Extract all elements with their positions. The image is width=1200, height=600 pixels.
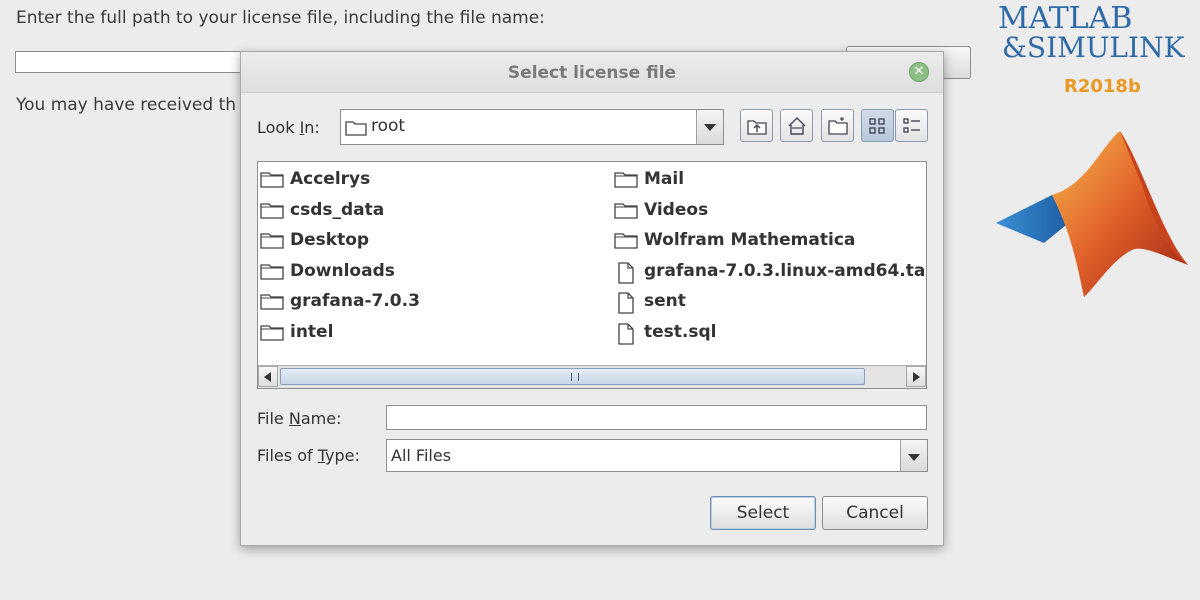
up-folder-button[interactable] [740, 109, 773, 142]
file-icon [614, 261, 638, 289]
close-icon[interactable]: ✕ [909, 62, 929, 82]
files-of-type-dropdown[interactable]: All Files [386, 439, 928, 472]
list-view-icon [869, 118, 885, 134]
select-button[interactable]: Select [710, 496, 816, 530]
file-item-label: grafana-7.0.3 [290, 291, 420, 311]
file-name-label: File Name: [257, 409, 342, 428]
horizontal-scrollbar[interactable] [258, 365, 926, 388]
home-icon [788, 117, 806, 135]
file-name-input[interactable] [386, 405, 927, 430]
look-in-dropdown[interactable]: root [340, 109, 724, 145]
dialog-title: Select license file [507, 63, 677, 83]
file-item-label: grafana-7.0.3.linux-amd64.ta [644, 260, 926, 281]
file-item-label: test.sql [644, 321, 717, 342]
folder-icon [260, 292, 284, 315]
chevron-down-icon[interactable] [696, 110, 723, 144]
details-view-button[interactable] [895, 109, 928, 142]
file-item-label: sent [644, 291, 686, 311]
files-of-type-value: All Files [391, 446, 452, 465]
folder-icon [614, 231, 638, 254]
folder-icon [260, 170, 284, 193]
cancel-button[interactable]: Cancel [822, 496, 928, 530]
file-item-label: Wolfram Mathematica [644, 230, 856, 250]
files-of-type-label: Files of Type: [257, 446, 360, 465]
release-label: R2018b [1064, 76, 1141, 97]
chevron-down-icon[interactable] [900, 440, 927, 471]
folder-icon [345, 121, 367, 136]
file-item-label: Desktop [290, 230, 370, 250]
file-item-label: csds_data [290, 199, 385, 220]
matlab-logo-text: MATLAB [998, 1, 1133, 36]
matlab-membrane-logo [996, 131, 1188, 297]
look-in-value: root [371, 116, 406, 136]
dialog-titlebar[interactable]: Select license file ✕ [241, 52, 943, 93]
file-item-label: Mail [644, 169, 685, 189]
folder-icon [260, 262, 284, 285]
list-view-button[interactable] [861, 109, 894, 142]
folder-icon [614, 201, 638, 224]
file-item-label: Downloads [290, 260, 395, 281]
new-folder-button[interactable] [821, 109, 854, 142]
file-list[interactable]: test.sql sent grafana-7.0.3.linux-amd64.ta… [257, 161, 927, 389]
file-icon [614, 292, 638, 319]
details-view-icon [903, 118, 920, 133]
simulink-logo-text: &SIMULINK [1002, 31, 1185, 64]
received-license-note: You may have received th [16, 95, 237, 115]
look-in-label: Look In: [257, 118, 320, 137]
select-license-dialog: Select license file ✕ Look In: root test… [240, 51, 944, 546]
new-folder-icon [828, 117, 848, 135]
folder-icon [260, 323, 284, 346]
file-item-label: Accelrys [290, 169, 371, 189]
folder-icon [260, 231, 284, 254]
folder-icon [260, 201, 284, 224]
file-item-label: intel [290, 321, 334, 342]
file-icon [614, 322, 638, 350]
scroll-right-icon[interactable] [906, 366, 926, 387]
file-item-label: Videos [644, 199, 709, 220]
scroll-left-icon[interactable] [258, 366, 278, 387]
folder-icon [614, 170, 638, 193]
home-button[interactable] [780, 109, 813, 142]
up-folder-icon [747, 120, 767, 135]
license-path-instruction: Enter the full path to your license file… [16, 8, 545, 28]
scroll-thumb[interactable] [280, 368, 865, 385]
